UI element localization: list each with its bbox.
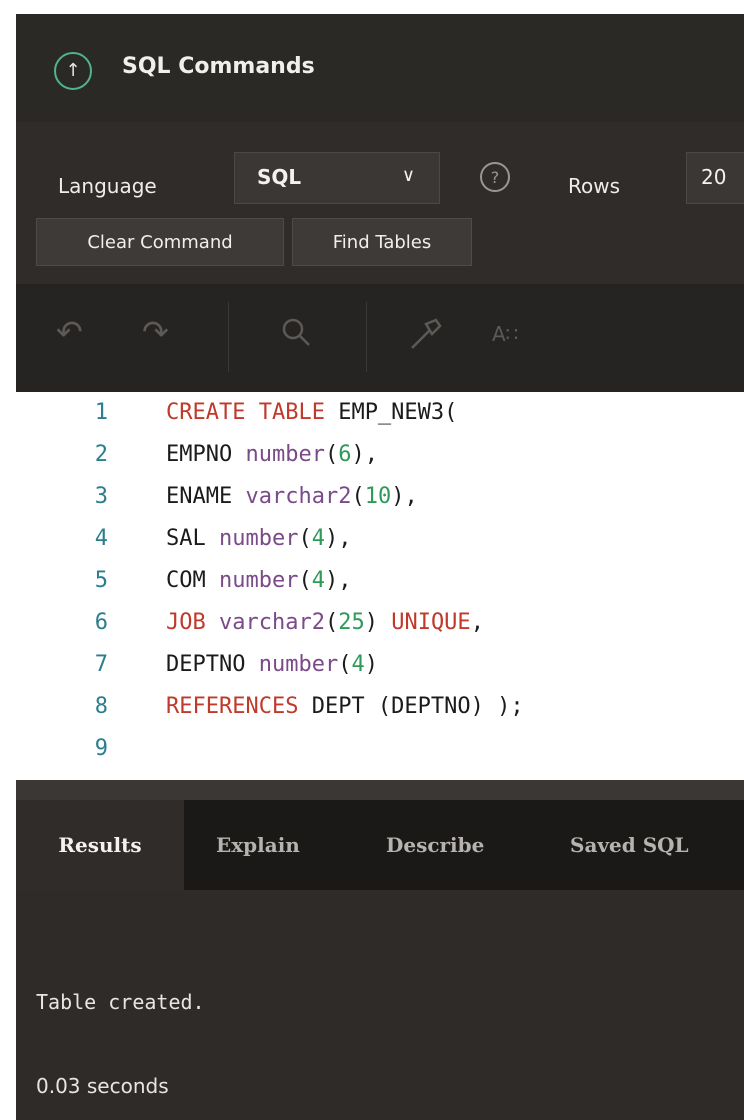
code-line: 9 xyxy=(16,736,744,770)
code-text: CREATE TABLE EMP_NEW3( xyxy=(166,400,458,425)
tab-explain[interactable]: Explain xyxy=(216,800,300,890)
line-number: 3 xyxy=(94,484,108,509)
line-number: 8 xyxy=(94,694,108,719)
language-label: Language xyxy=(58,174,157,198)
toolbar-divider xyxy=(228,302,229,372)
rows-value: 20 xyxy=(701,165,727,189)
redo-icon[interactable]: ↷ xyxy=(142,316,169,348)
chevron-down-icon: ∨ xyxy=(401,165,415,186)
rows-label: Rows xyxy=(568,174,621,198)
code-line: 1 CREATE TABLE EMP_NEW3( xyxy=(16,400,744,434)
app-window: ↑ SQL Commands Language SQL ∨ ? Rows 20 … xyxy=(16,14,744,1120)
code-line: 7 DEPTNO number(4) xyxy=(16,652,744,686)
line-number: 2 xyxy=(94,442,108,467)
code-text: COM number(4), xyxy=(166,568,352,593)
toolbar-divider xyxy=(366,302,367,372)
tab-results[interactable]: Results xyxy=(16,800,184,890)
rows-input[interactable]: 20 xyxy=(686,152,744,204)
format-text-icon[interactable]: A∷ xyxy=(492,324,518,344)
tab-saved-sql[interactable]: Saved SQL xyxy=(570,800,689,890)
code-line: 3 ENAME varchar2(10), xyxy=(16,484,744,518)
code-line: 5 COM number(4), xyxy=(16,568,744,602)
result-message: Table created. xyxy=(36,990,205,1014)
line-number: 7 xyxy=(94,652,108,677)
sql-editor[interactable]: 1 CREATE TABLE EMP_NEW3( 2 EMPNO number(… xyxy=(16,392,744,780)
arrow-up-circle-icon[interactable]: ↑ xyxy=(54,52,92,90)
execution-time: 0.03 seconds xyxy=(36,1074,169,1098)
code-line: 8 REFERENCES DEPT (DEPTNO) ); xyxy=(16,694,744,728)
search-icon[interactable] xyxy=(280,316,312,353)
clear-command-button[interactable]: Clear Command xyxy=(36,218,284,266)
line-number: 4 xyxy=(94,526,108,551)
code-line: 4 SAL number(4), xyxy=(16,526,744,560)
code-text: JOB varchar2(25) UNIQUE, xyxy=(166,610,484,635)
line-number: 5 xyxy=(94,568,108,593)
help-icon[interactable]: ? xyxy=(480,162,510,192)
code-text: REFERENCES DEPT (DEPTNO) ); xyxy=(166,694,524,719)
page-header: ↑ SQL Commands xyxy=(16,14,744,123)
line-number: 6 xyxy=(94,610,108,635)
code-text: SAL number(4), xyxy=(166,526,352,551)
results-panel: Table created. 0.03 seconds xyxy=(16,890,744,1120)
editor-toolbar: ↶ ↷ A∷ xyxy=(16,284,744,392)
code-line: 6 JOB varchar2(25) UNIQUE, xyxy=(16,610,744,644)
find-tables-button[interactable]: Find Tables xyxy=(292,218,472,266)
undo-icon[interactable]: ↶ xyxy=(56,316,83,348)
command-toolbar: Language SQL ∨ ? Rows 20 Clear Command F… xyxy=(16,122,744,284)
language-select[interactable]: SQL ∨ xyxy=(234,152,440,204)
code-text: DEPTNO number(4) xyxy=(166,652,378,677)
hammer-icon[interactable] xyxy=(408,316,444,357)
line-number: 1 xyxy=(94,400,108,425)
editor-resize-bar[interactable] xyxy=(16,780,744,800)
code-text: ENAME varchar2(10), xyxy=(166,484,418,509)
code-text: EMPNO number(6), xyxy=(166,442,378,467)
tab-describe[interactable]: Describe xyxy=(386,800,484,890)
results-tabs: Results Explain Describe Saved SQL xyxy=(16,800,744,890)
line-number: 9 xyxy=(94,736,108,761)
language-value: SQL xyxy=(257,165,302,189)
code-line: 2 EMPNO number(6), xyxy=(16,442,744,476)
page-title: SQL Commands xyxy=(122,54,315,79)
